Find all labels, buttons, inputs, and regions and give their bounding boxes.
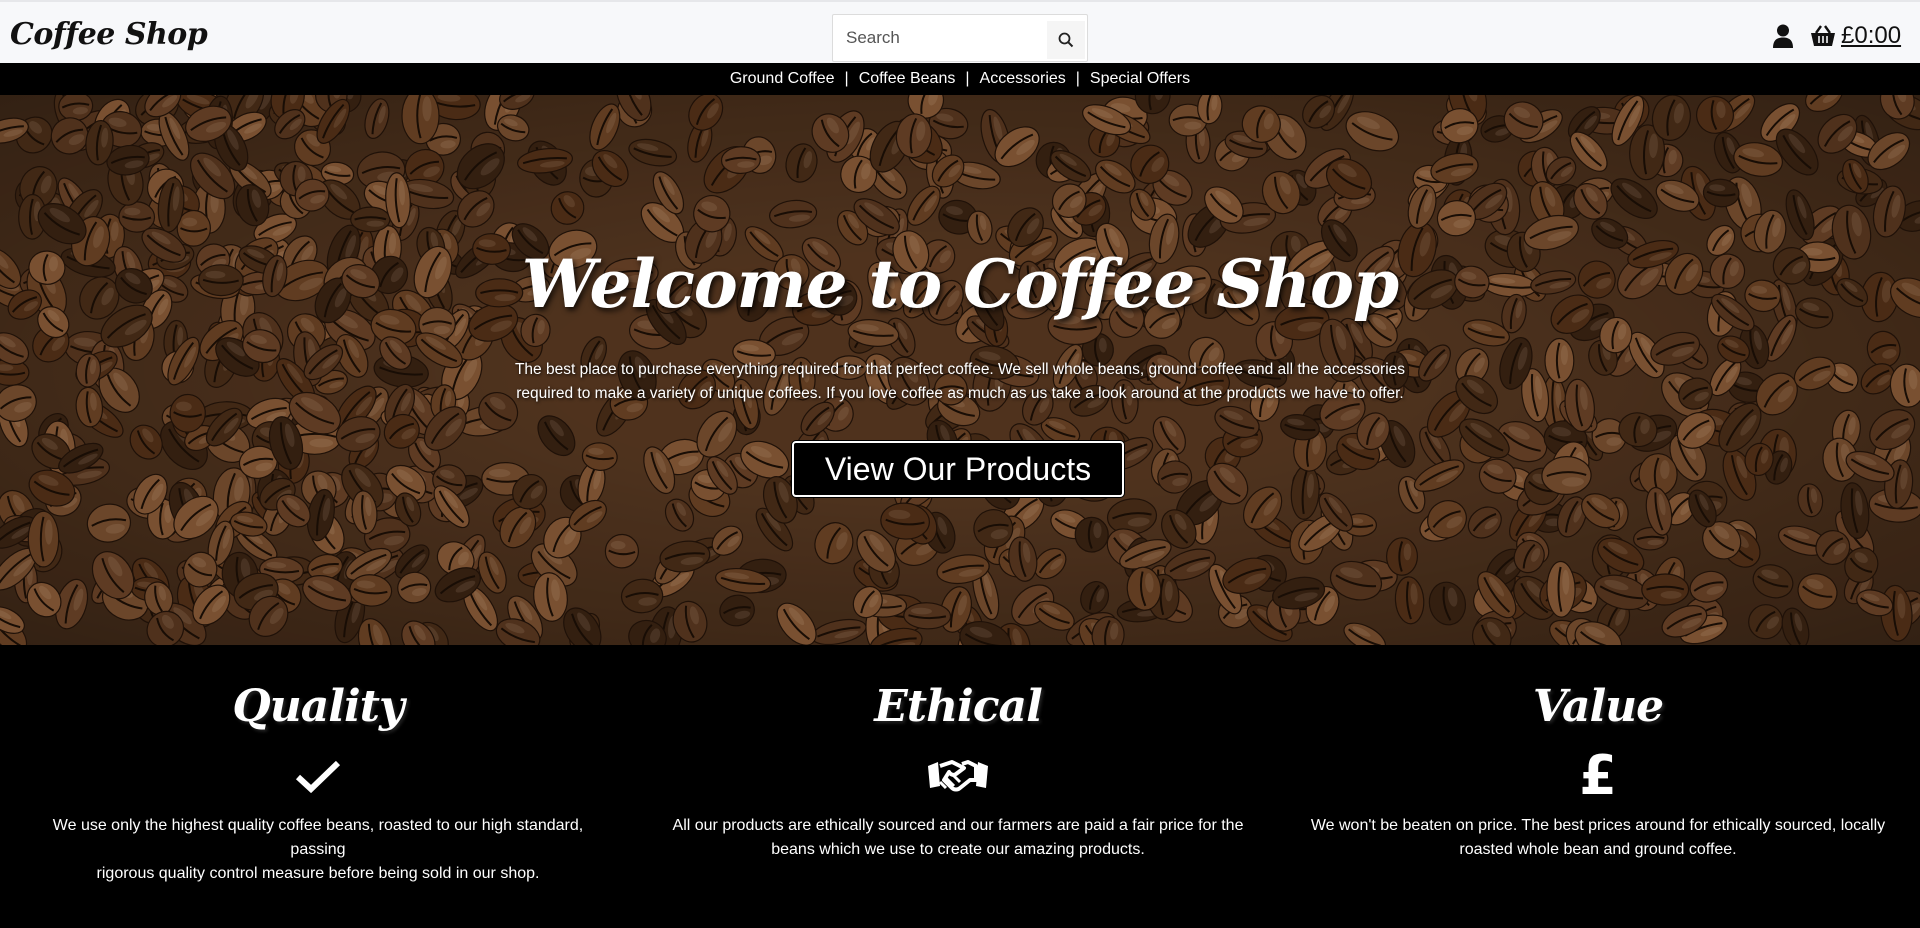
hero-title: Welcome to Coffee Shop bbox=[521, 245, 1399, 323]
hero-banner: Welcome to Coffee Shop The best place to… bbox=[0, 95, 1920, 645]
site-header: Coffee Shop £0:00 bbox=[0, 0, 1920, 63]
feature-ethical: Ethical All our products are ethically s… bbox=[658, 645, 1258, 862]
nav-special-offers[interactable]: Special Offers bbox=[1090, 70, 1190, 88]
basket-total[interactable]: £0:00 bbox=[1841, 22, 1901, 50]
nav-ground-coffee[interactable]: Ground Coffee bbox=[730, 70, 835, 88]
feature-description: All our products are ethically sourced a… bbox=[672, 817, 1244, 858]
hero-description: The best place to purchase everything re… bbox=[500, 358, 1420, 406]
check-icon bbox=[295, 760, 341, 793]
nav-coffee-beans[interactable]: Coffee Beans bbox=[859, 70, 956, 88]
feature-title: Ethical bbox=[874, 681, 1043, 732]
nav-separator: | bbox=[965, 70, 970, 87]
category-nav: Ground Coffee | Coffee Beans | Accessori… bbox=[0, 63, 1920, 95]
basket-icon bbox=[1811, 25, 1835, 46]
pound-icon: £ bbox=[1579, 744, 1617, 807]
feature-description: We won't be beaten on price. The best pr… bbox=[1310, 817, 1886, 858]
feature-description: We use only the highest quality coffee b… bbox=[52, 817, 584, 882]
nav-accessories[interactable]: Accessories bbox=[980, 70, 1066, 88]
nav-separator: | bbox=[844, 70, 849, 87]
search-input[interactable] bbox=[834, 16, 1044, 60]
search-form bbox=[832, 14, 1088, 62]
search-icon bbox=[1058, 32, 1074, 48]
view-products-button[interactable]: View Our Products bbox=[792, 441, 1124, 497]
nav-separator: | bbox=[1075, 70, 1080, 87]
features-section: Quality We use only the highest quality … bbox=[0, 645, 1920, 928]
search-button[interactable] bbox=[1047, 21, 1085, 59]
hero-text-line: The best place to purchase everything re… bbox=[514, 361, 1406, 378]
basket-link[interactable]: £0:00 bbox=[1810, 22, 1901, 50]
brand-logo[interactable]: Coffee Shop bbox=[10, 17, 208, 52]
handshake-icon bbox=[928, 760, 988, 792]
feature-title: Value bbox=[1532, 681, 1664, 732]
account-button[interactable] bbox=[1773, 24, 1793, 53]
hero-text-line: required to make a variety of unique cof… bbox=[516, 385, 1404, 402]
user-icon bbox=[1773, 24, 1793, 48]
feature-quality: Quality We use only the highest quality … bbox=[18, 645, 618, 886]
feature-value: Value £ We won't be beaten on price. The… bbox=[1298, 645, 1898, 862]
feature-title: Quality bbox=[232, 681, 404, 732]
